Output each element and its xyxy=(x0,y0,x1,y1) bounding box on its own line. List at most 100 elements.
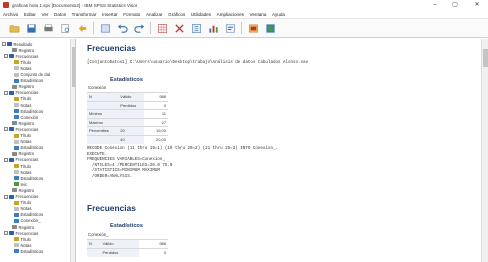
outline-item[interactable]: Estadísticos xyxy=(14,108,43,114)
note-icon xyxy=(14,139,19,144)
outline-item[interactable]: Conexión_ xyxy=(14,218,41,224)
outline-item[interactable]: Conjunto de dat xyxy=(14,72,50,78)
outline-item-label: Estadísticos xyxy=(20,212,44,218)
title-bar: graficas hola 1.spv [Documento2] - IBM S… xyxy=(0,0,488,10)
tree-expander-icon[interactable]: - xyxy=(4,90,8,95)
tree-expander-icon[interactable]: - xyxy=(4,194,8,199)
outline-item-label: Frecuencias xyxy=(15,157,39,163)
outline-item[interactable]: Estadísticos xyxy=(14,78,43,84)
outline-item[interactable]: Registro xyxy=(12,151,34,157)
tree-expander-icon[interactable]: - xyxy=(2,42,6,46)
close-button[interactable]: ✕ xyxy=(470,0,484,10)
viewer-scrollbar-thumb[interactable] xyxy=(483,49,488,67)
menu-insertar[interactable]: Insertar xyxy=(102,12,118,17)
table-icon xyxy=(14,145,19,150)
table-cell xyxy=(87,134,119,144)
outline-item[interactable]: Título xyxy=(14,163,31,169)
menu-utilidades[interactable]: Utilidades xyxy=(191,12,211,17)
outline-item[interactable]: Registro xyxy=(12,84,34,90)
table-cell: 11 xyxy=(149,109,168,118)
recall-dialog-icon[interactable] xyxy=(99,22,111,34)
maximize-button[interactable]: ▢ xyxy=(448,0,462,10)
outline-item[interactable]: - Resultado xyxy=(2,41,32,47)
variables-icon[interactable] xyxy=(207,22,219,34)
designate-window-icon[interactable] xyxy=(247,22,259,34)
export-icon[interactable] xyxy=(76,22,88,34)
outline-item-label: Notas xyxy=(20,65,32,71)
outline-item[interactable]: Estadísticos xyxy=(14,212,43,218)
outline-item[interactable]: Notas xyxy=(14,169,31,175)
outline-item[interactable]: - Frecuencias xyxy=(4,53,38,59)
outline-item[interactable]: - Frecuencias xyxy=(4,90,38,96)
outline-item[interactable]: - Frecuencias xyxy=(4,126,38,132)
outline-item[interactable]: Ieic xyxy=(14,181,27,187)
table-icon xyxy=(14,212,19,217)
outline-item[interactable]: Título xyxy=(14,133,31,139)
outline-item[interactable]: Estadísticos xyxy=(14,145,43,151)
print-icon[interactable] xyxy=(42,22,54,34)
outline-item[interactable]: Título xyxy=(14,200,31,206)
minimize-button[interactable]: – xyxy=(428,0,442,10)
menu-editar[interactable]: Editar xyxy=(24,12,36,17)
title-icon xyxy=(14,133,19,138)
outline-item[interactable]: Estadísticos xyxy=(14,248,43,254)
outline-scrollbar-thumb[interactable] xyxy=(72,47,75,87)
save-icon[interactable] xyxy=(25,22,37,34)
goto-data-icon[interactable] xyxy=(156,22,168,34)
outline-item[interactable]: - Frecuencias xyxy=(4,157,38,163)
table-cell xyxy=(118,109,145,118)
undo-icon[interactable] xyxy=(116,22,128,34)
outline-item[interactable]: Registro xyxy=(12,120,34,126)
tree-expander-icon[interactable]: - xyxy=(4,157,8,162)
outline-item[interactable]: Título xyxy=(14,96,31,102)
goto-case-icon[interactable] xyxy=(173,22,185,34)
create-graph-icon[interactable] xyxy=(264,22,276,34)
menu-ampliaciones[interactable]: Ampliaciones xyxy=(217,12,244,17)
table-row: Perdidos 0 xyxy=(87,247,168,257)
outline-item[interactable]: Estadísticos xyxy=(14,175,43,181)
outline-item-label: Registro xyxy=(18,187,35,193)
outline-item-label: Estadísticos xyxy=(20,175,44,181)
outline-item[interactable]: - Frecuencias xyxy=(4,194,38,200)
outline-item[interactable]: Notas xyxy=(14,242,31,248)
menu-ventana[interactable]: Ventana xyxy=(250,12,267,17)
outline-item[interactable]: Notas xyxy=(14,102,31,108)
outline-item[interactable]: Título xyxy=(14,236,31,242)
menu-graficos[interactable]: Gráficos xyxy=(168,12,185,17)
outline-item-label: Título xyxy=(20,133,31,138)
redo-icon[interactable] xyxy=(133,22,145,34)
outline-item[interactable]: Notas xyxy=(14,65,31,71)
tree-expander-icon[interactable]: - xyxy=(4,127,8,132)
viewer-scrollbar[interactable] xyxy=(481,39,488,262)
statistics-table-2: N Válido 988 Perdidos 0 xyxy=(87,239,168,257)
outline-item[interactable]: Notas xyxy=(14,206,31,212)
outline-item[interactable]: - Frecuencias xyxy=(4,230,38,236)
outline-item[interactable]: Título xyxy=(14,59,31,65)
menu-datos[interactable]: Datos xyxy=(54,12,66,17)
table-cell: Perdidos xyxy=(100,247,140,257)
outline-item-label: Registro xyxy=(18,47,35,53)
outline-item[interactable]: Registro xyxy=(12,224,34,230)
menu-transformar[interactable]: Transformar xyxy=(72,12,97,17)
open-icon[interactable] xyxy=(8,22,20,34)
outline-item[interactable]: Registro xyxy=(12,187,34,193)
outline-item[interactable]: Notas xyxy=(14,139,31,145)
outline-item[interactable]: Registro xyxy=(12,47,34,53)
outline-item-label: Notas xyxy=(20,169,32,175)
table-row: 40 20,00 xyxy=(87,134,168,144)
tree-expander-icon[interactable]: - xyxy=(4,54,8,59)
outline-item-label: Título xyxy=(20,59,31,65)
menu-analizar[interactable]: Analizar xyxy=(146,12,163,17)
menu-ayuda[interactable]: Ayuda xyxy=(272,12,285,17)
goto-variable-icon[interactable] xyxy=(190,22,202,34)
note-icon xyxy=(14,206,19,211)
tree-expander-icon[interactable]: - xyxy=(4,231,8,236)
print-preview-icon[interactable] xyxy=(59,22,71,34)
insert-output-icon[interactable] xyxy=(224,22,236,34)
outline-scrollbar[interactable] xyxy=(70,39,75,262)
outline-item[interactable]: Conexión xyxy=(14,114,38,120)
menu-formato[interactable]: Formato xyxy=(123,12,140,17)
menu-archivo[interactable]: Archivo xyxy=(3,12,18,17)
outline-item-label: Estadísticos xyxy=(20,78,44,84)
menu-ver[interactable]: Ver xyxy=(42,12,49,17)
